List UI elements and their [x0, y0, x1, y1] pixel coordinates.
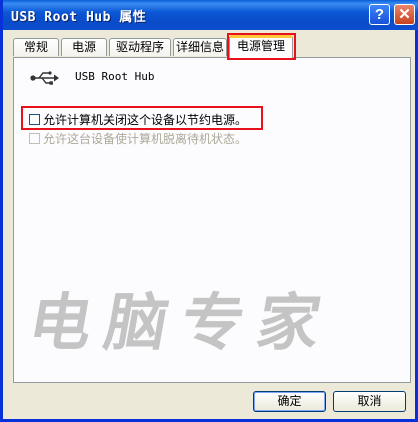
allow-wake-option: 允许这台设备使计算机脱离待机状态。 [29, 131, 248, 146]
close-button[interactable]: ✕ [394, 4, 415, 25]
title-bar[interactable]: USB Root Hub 属性 ? ✕ [3, 0, 418, 30]
allow-wake-label: 允许这台设备使计算机脱离待机状态。 [43, 131, 248, 146]
tab-highlight-box [227, 33, 296, 60]
ok-button[interactable]: 确定 [253, 391, 326, 412]
tab-general[interactable]: 常规 [13, 38, 59, 56]
cancel-button[interactable]: 取消 [333, 391, 406, 412]
allow-power-off-label[interactable]: 允许计算机关闭这个设备以节约电源。 [43, 111, 247, 128]
tab-panel: USB Root Hub 允许计算机关闭这个设备以节约电源。 允许这台设备使计算… [13, 57, 411, 383]
properties-window: USB Root Hub 属性 ? ✕ 常规 电源 驱动程序 详细信息 电源管理… [0, 0, 418, 422]
device-name: USB Root Hub [75, 70, 155, 83]
allow-power-off-option[interactable]: 允许计算机关闭这个设备以节约电源。 [29, 111, 247, 128]
allow-power-off-checkbox[interactable] [29, 113, 40, 125]
usb-icon [30, 71, 59, 85]
tab-power[interactable]: 电源 [61, 38, 107, 56]
tab-driver[interactable]: 驱动程序 [109, 38, 171, 56]
tab-details[interactable]: 详细信息 [173, 38, 227, 56]
window-title: USB Root Hub 属性 [11, 10, 147, 25]
help-button[interactable]: ? [369, 4, 390, 25]
allow-wake-checkbox [29, 132, 40, 144]
